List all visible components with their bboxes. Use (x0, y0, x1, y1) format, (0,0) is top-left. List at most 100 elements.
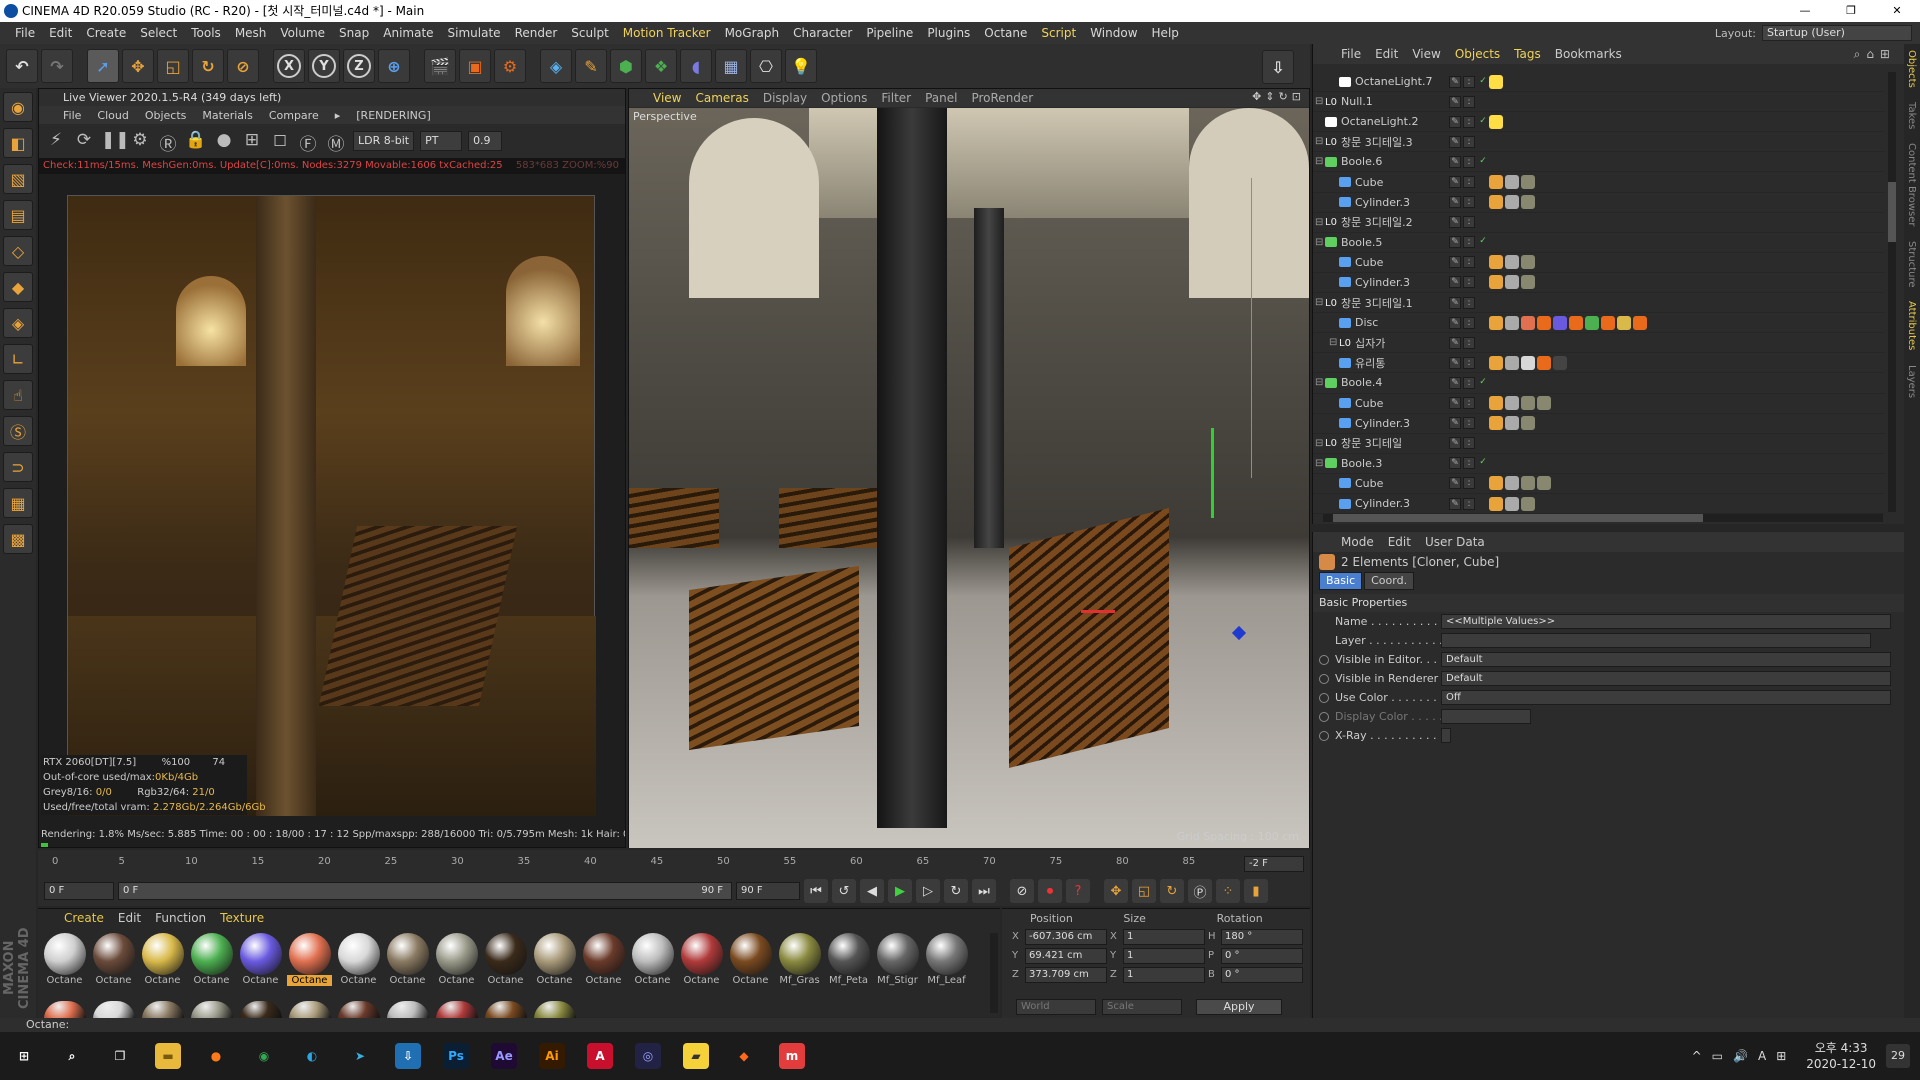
taskbar-search-icon[interactable]: ⌕ (48, 1032, 96, 1080)
material-swatch[interactable]: Octane (679, 933, 724, 986)
frame-range-slider[interactable]: 0 F 90 F (118, 882, 732, 900)
expand-toggle-icon[interactable]: ⊟ (1315, 458, 1323, 469)
tab-coord[interactable]: Coord. (1364, 572, 1415, 590)
object-row[interactable]: ⊟ L0 창문 3디테일.3 ✎: (1313, 132, 1885, 153)
visibility-dots-icon[interactable]: : (1463, 216, 1475, 229)
enabled-check-icon[interactable]: ✓ (1477, 76, 1489, 88)
material-swatch[interactable] (385, 1001, 430, 1019)
object-visibility-flags[interactable]: ✎: (1449, 417, 1475, 430)
y-axis-button[interactable]: Y (308, 49, 340, 83)
coord-rot-field[interactable]: 0 ° (1221, 966, 1303, 983)
object-tag-icon[interactable] (1505, 496, 1519, 511)
am-menu-mode[interactable]: Mode (1341, 535, 1374, 549)
rotate-tool-icon[interactable]: ↻ (192, 49, 224, 83)
edit-layer-icon[interactable]: ✎ (1449, 216, 1461, 229)
subdivision-icon[interactable]: ⬢ (610, 49, 642, 83)
gamma-field[interactable]: 0.9 (468, 131, 503, 151)
tray-icon[interactable]: ⊞ (1776, 1049, 1796, 1063)
coord-rot-field[interactable]: 180 ° (1221, 928, 1303, 945)
make-editable-icon[interactable]: ◉ (3, 92, 33, 122)
start-frame-field[interactable]: 0 F (44, 882, 114, 900)
record-keys-icon[interactable]: ⊘ (1010, 879, 1034, 903)
end-frame-field[interactable]: 90 F (736, 882, 800, 900)
object-visibility-flags[interactable]: ✎: (1449, 336, 1475, 349)
material-swatch[interactable]: Octane (532, 933, 577, 986)
object-tag-icon[interactable] (1505, 175, 1519, 190)
viewport-menu-panel[interactable]: Panel (925, 91, 957, 105)
object-visibility-flags[interactable]: ✎: (1449, 397, 1475, 410)
locked-workplane-icon[interactable]: ▩ (3, 524, 33, 554)
film-icon[interactable]: Ⓕ (297, 130, 319, 155)
material-swatch[interactable]: Octane (287, 933, 332, 986)
object-tag-icon[interactable] (1537, 315, 1551, 330)
x-axis-button[interactable]: X (273, 49, 305, 83)
material-menu-function[interactable]: Function (155, 911, 206, 925)
taskbar-chrome-icon[interactable]: ◉ (240, 1032, 288, 1080)
timeline-window-icon[interactable]: ▮ (1244, 879, 1268, 903)
om-menu-bookmarks[interactable]: Bookmarks (1555, 47, 1622, 61)
visibility-dots-icon[interactable]: : (1463, 256, 1475, 269)
material-scrollbar[interactable] (990, 933, 998, 1013)
object-visibility-flags[interactable]: ✎: ✓ (1449, 457, 1489, 470)
attribute-value-field[interactable] (1441, 709, 1531, 724)
visibility-dots-icon[interactable]: : (1463, 115, 1475, 128)
material-swatch[interactable] (91, 1001, 136, 1019)
taskbar-firefox-icon[interactable]: ● (192, 1032, 240, 1080)
add-icon[interactable]: ⊞ (241, 130, 263, 152)
enabled-check-icon[interactable]: ✓ (1477, 457, 1489, 469)
om-search-icons[interactable]: ⌕⌂⊞ (1854, 47, 1896, 62)
object-tag-icon[interactable] (1553, 355, 1567, 370)
object-tag-icon[interactable] (1521, 275, 1535, 290)
material-swatch[interactable]: Octane (483, 933, 528, 986)
z-axis-button[interactable]: Z (343, 49, 375, 83)
object-tag-icon[interactable] (1489, 315, 1503, 330)
visibility-dots-icon[interactable]: : (1463, 316, 1475, 329)
pen-spline-icon[interactable]: ✎ (575, 49, 607, 83)
om-menu-tags[interactable]: Tags (1514, 47, 1541, 61)
edit-layer-icon[interactable]: ✎ (1449, 497, 1461, 510)
taskbar-after-effects-icon[interactable]: Ae (480, 1032, 528, 1080)
y-axis-handle[interactable] (1211, 428, 1214, 518)
material-swatch[interactable] (532, 1001, 577, 1019)
layout-dropdown[interactable]: Startup (User) (1762, 25, 1912, 41)
recent-tool-icon[interactable]: ⊘ (227, 49, 259, 83)
object-visibility-flags[interactable]: ✎: (1449, 196, 1475, 209)
material-swatch[interactable] (483, 1001, 528, 1019)
menu-script[interactable]: Script (1034, 26, 1083, 40)
edit-layer-icon[interactable]: ✎ (1449, 196, 1461, 209)
edit-layer-icon[interactable]: ✎ (1449, 176, 1461, 189)
cube-object-icon[interactable]: ◈ (540, 49, 572, 83)
live-viewer-menu-item[interactable]: ▸ (335, 109, 341, 122)
points-mode-icon[interactable]: ◇ (3, 236, 33, 266)
menu-edit[interactable]: Edit (42, 26, 79, 40)
visibility-dots-icon[interactable]: : (1463, 457, 1475, 470)
menu-render[interactable]: Render (508, 26, 565, 40)
apply-button[interactable]: Apply (1196, 999, 1282, 1015)
material-swatch[interactable]: Octane (42, 933, 87, 986)
expand-toggle-icon[interactable]: ⊟ (1315, 217, 1323, 228)
viewport-menu-display[interactable]: Display (763, 91, 807, 105)
object-row[interactable]: Cube ✎: (1313, 394, 1885, 414)
x-axis-handle[interactable] (1081, 610, 1115, 613)
snap-icon[interactable]: Ⓢ (3, 416, 33, 446)
object-row[interactable]: ⊟ Boole.5 ✎: ✓ (1313, 233, 1885, 253)
object-row[interactable]: OctaneLight.7 ✎: ✓ (1313, 72, 1885, 93)
camera-icon[interactable]: ⎔ (750, 49, 782, 83)
xray-checkbox[interactable] (1441, 728, 1451, 743)
material-menu-edit[interactable]: Edit (118, 911, 141, 925)
side-tab-objects[interactable]: Objects (1906, 50, 1917, 88)
notification-center-button[interactable]: 29 (1886, 1044, 1910, 1068)
object-row[interactable]: Cylinder.3 ✎: (1313, 494, 1885, 515)
object-tag-icon[interactable] (1521, 355, 1535, 370)
material-swatch[interactable]: Octane (581, 933, 626, 986)
render-picture-viewer-icon[interactable]: ▣ (459, 49, 491, 83)
expand-toggle-icon[interactable]: ⊟ (1329, 337, 1337, 348)
menu-octane[interactable]: Octane (977, 26, 1034, 40)
enabled-check-icon[interactable]: ✓ (1477, 377, 1489, 389)
play-icon[interactable]: ▶ (888, 879, 912, 903)
side-tab-takes[interactable]: Takes (1906, 102, 1917, 129)
om-menu-objects[interactable]: Objects (1455, 47, 1500, 61)
visibility-dots-icon[interactable]: : (1463, 397, 1475, 410)
next-frame-icon[interactable]: ▷ (916, 879, 940, 903)
edit-layer-icon[interactable]: ✎ (1449, 356, 1461, 369)
